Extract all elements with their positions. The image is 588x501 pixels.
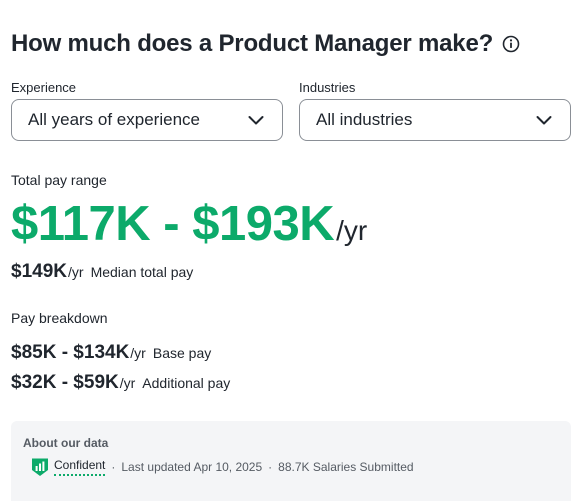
additional-pay-unit: /yr [119, 375, 136, 391]
info-circle-icon[interactable] [501, 34, 521, 54]
chevron-down-icon [534, 110, 554, 130]
separator-dot: · [111, 460, 116, 474]
total-pay-label: Total pay range [11, 172, 107, 188]
base-pay-unit: /yr [130, 345, 146, 361]
industries-select[interactable]: All industries [299, 99, 571, 141]
median-pay-row: $149K /yr Median total pay [11, 261, 193, 283]
experience-select[interactable]: All years of experience [11, 99, 283, 141]
chevron-down-icon [246, 110, 266, 130]
page-title: How much does a Product Manager make? [11, 30, 494, 57]
additional-pay-label: Additional pay [142, 375, 231, 391]
pay-breakdown-label: Pay breakdown [11, 310, 108, 326]
base-pay-amount: $85K - $134K [11, 342, 130, 363]
last-updated-text: Last updated Apr 10, 2025 [121, 460, 263, 474]
salaries-submitted-text: 88.7K Salaries Submitted [278, 460, 414, 474]
about-data-panel: About our data Confident · Last updated … [11, 421, 571, 501]
about-data-row: Confident · Last updated Apr 10, 2025 · … [31, 457, 414, 477]
experience-label: Experience [11, 80, 77, 95]
total-pay-range: $117K - $193K /yr [11, 196, 367, 252]
median-pay-unit: /yr [68, 264, 84, 280]
pay-range-value: $117K - $193K [11, 197, 335, 251]
industries-select-value: All industries [316, 110, 413, 129]
about-data-title: About our data [23, 436, 109, 450]
page-header: How much does a Product Manager make? [11, 30, 521, 58]
median-pay-amount: $149K [11, 261, 67, 282]
additional-pay-amount: $32K - $59K [11, 372, 119, 393]
confidence-shield-icon [31, 457, 49, 477]
confidence-link[interactable]: Confident [54, 458, 106, 476]
pay-range-unit: /yr [336, 215, 368, 246]
base-pay-row: $85K - $134K /yr Base pay [11, 342, 211, 364]
additional-pay-row: $32K - $59K /yr Additional pay [11, 372, 230, 394]
base-pay-label: Base pay [152, 345, 212, 361]
industries-label: Industries [299, 80, 356, 95]
separator-dot: · [268, 460, 273, 474]
median-pay-label: Median total pay [90, 264, 194, 280]
experience-select-value: All years of experience [28, 110, 200, 129]
